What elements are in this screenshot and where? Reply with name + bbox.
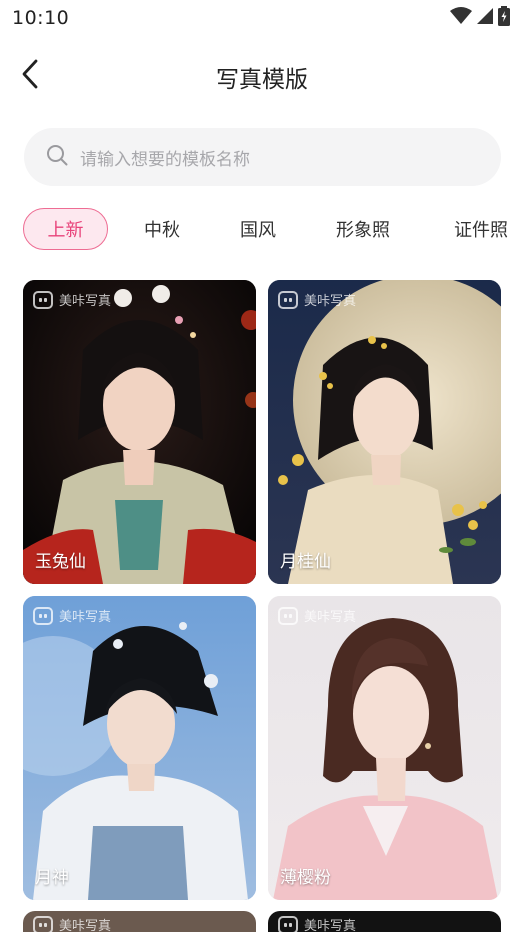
watermark-text: 美咔写真	[304, 610, 357, 625]
wifi-icon	[450, 7, 472, 29]
search-placeholder: 请输入想要的模板名称	[80, 149, 250, 170]
watermark: 美咔写真	[278, 606, 356, 625]
watermark: 美咔写真	[278, 915, 356, 932]
template-card[interactable]: 美咔写真 薄樱粉	[268, 596, 501, 900]
category-tabs: 上新 中秋 国风 形象照 证件照	[0, 208, 524, 252]
watermark-text: 美咔写真	[304, 919, 357, 932]
watermark: 美咔写真	[278, 290, 356, 309]
app-logo-icon	[33, 290, 53, 309]
app-logo-icon	[33, 915, 53, 932]
template-card[interactable]: 美咔写真 月桂仙	[268, 280, 501, 584]
template-card[interactable]: 美咔写真 月神	[23, 596, 256, 900]
card-label: 玉兔仙	[35, 552, 86, 572]
search-input[interactable]: 请输入想要的模板名称	[24, 128, 501, 186]
app-logo-icon	[278, 606, 298, 625]
watermark-text: 美咔写真	[304, 294, 357, 309]
card-label: 薄樱粉	[280, 868, 331, 888]
tab-label: 国风	[240, 220, 276, 241]
portrait-image	[268, 596, 501, 900]
tab-guofeng[interactable]: 国风	[222, 208, 294, 250]
page-title: 写真模版	[216, 67, 308, 93]
tab-zhongqiu[interactable]: 中秋	[126, 208, 198, 250]
watermark: 美咔写真	[33, 915, 111, 932]
app-logo-icon	[278, 290, 298, 309]
tab-label: 证件照	[454, 220, 508, 241]
tab-label: 中秋	[144, 220, 180, 241]
card-label: 月神	[35, 868, 69, 888]
watermark-text: 美咔写真	[59, 610, 112, 625]
template-card[interactable]: 美咔写真 玉兔仙	[23, 280, 256, 584]
watermark-text: 美咔写真	[59, 919, 112, 932]
status-time: 10:10	[12, 7, 70, 29]
status-icons	[450, 6, 510, 30]
status-bar: 10:10	[0, 0, 524, 36]
signal-icon	[476, 7, 494, 29]
search-icon	[46, 144, 68, 170]
portrait-image	[268, 280, 501, 584]
tab-zhengjianzhao[interactable]: 证件照	[440, 208, 522, 250]
tab-label: 上新	[47, 220, 84, 241]
portrait-image	[23, 596, 256, 900]
app-logo-icon	[33, 606, 53, 625]
card-label: 月桂仙	[280, 552, 331, 572]
watermark: 美咔写真	[33, 290, 111, 309]
tab-xingxiangzhao[interactable]: 形象照	[322, 208, 404, 250]
app-logo-icon	[278, 915, 298, 932]
watermark-text: 美咔写真	[59, 294, 112, 309]
template-card[interactable]: 美咔写真	[268, 911, 501, 932]
header: 写真模版	[0, 50, 524, 102]
tab-shangxin[interactable]: 上新	[23, 208, 108, 250]
tab-label: 形象照	[336, 220, 390, 241]
battery-icon	[498, 6, 510, 30]
portrait-image	[23, 280, 256, 584]
template-card[interactable]: 美咔写真	[23, 911, 256, 932]
watermark: 美咔写真	[33, 606, 111, 625]
